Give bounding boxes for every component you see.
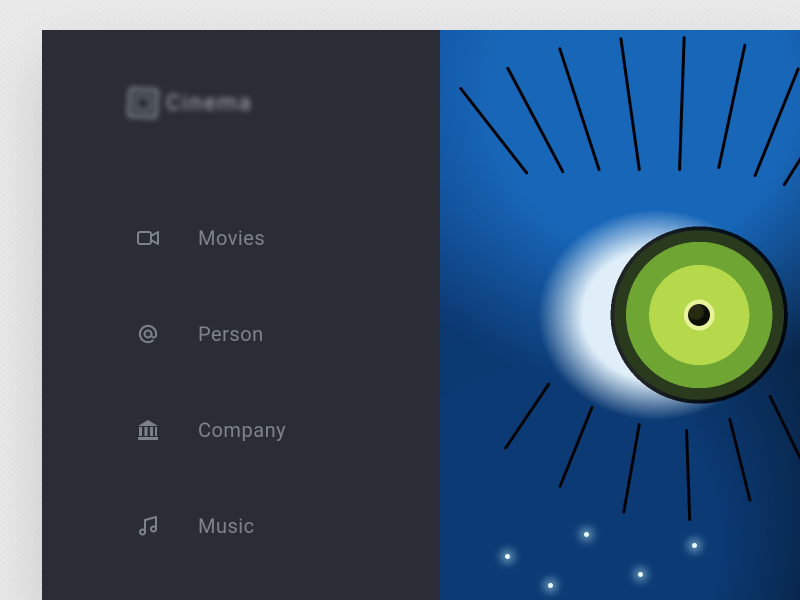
main-hero-image <box>440 30 800 600</box>
light-spark <box>548 583 553 588</box>
light-spark <box>638 572 643 577</box>
desktop-background: Cinema Movies <box>0 0 800 600</box>
sidebar: Cinema Movies <box>42 30 440 600</box>
brand-name: Cinema <box>166 91 253 116</box>
app-window: Cinema Movies <box>42 30 800 600</box>
bank-icon <box>136 418 160 442</box>
light-spark <box>692 543 697 548</box>
sidebar-item-company[interactable]: Company <box>42 382 440 478</box>
music-note-icon <box>136 514 160 538</box>
hero-eye-artwork <box>440 30 800 600</box>
sidebar-item-music[interactable]: Music <box>42 478 440 574</box>
sidebar-item-label: Music <box>198 514 255 538</box>
sidebar-item-person[interactable]: Person <box>42 286 440 382</box>
sidebar-nav: Movies Person <box>42 180 440 574</box>
sidebar-item-label: Company <box>198 418 286 442</box>
brand-logo[interactable]: Cinema <box>42 30 440 180</box>
sidebar-item-label: Person <box>198 322 264 346</box>
at-sign-icon <box>136 322 160 346</box>
video-camera-icon <box>136 226 160 250</box>
logo-mark-icon <box>127 87 159 119</box>
light-spark <box>584 532 589 537</box>
sidebar-item-movies[interactable]: Movies <box>42 190 440 286</box>
sidebar-item-label: Movies <box>198 226 265 250</box>
